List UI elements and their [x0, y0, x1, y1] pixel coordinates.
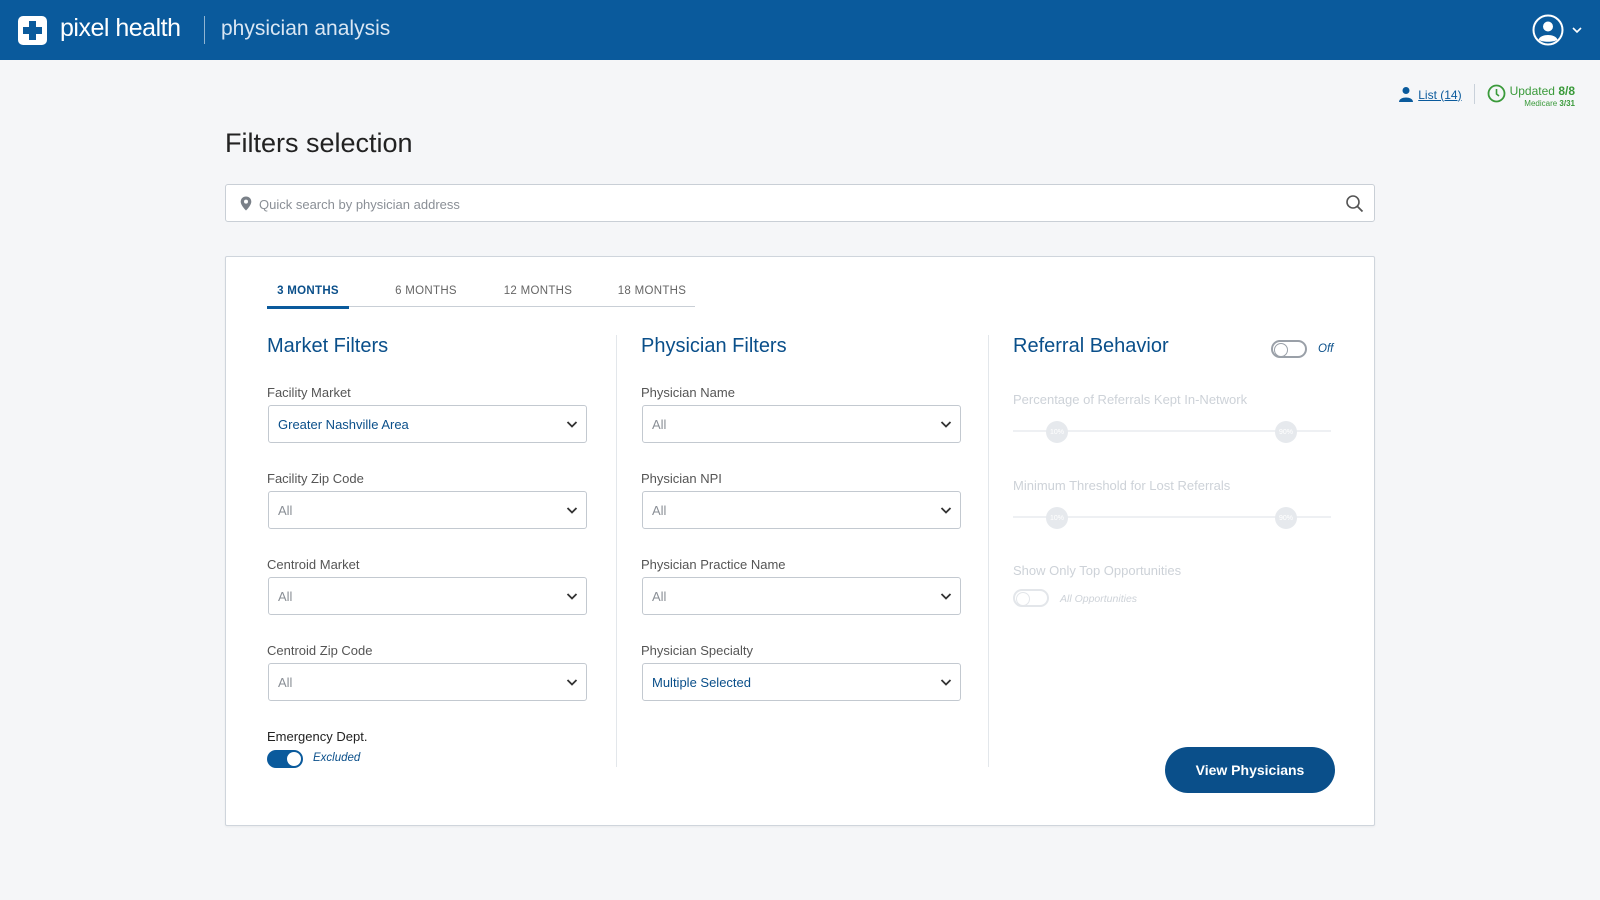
- lost-referrals-label: Minimum Threshold for Lost Referrals: [1013, 478, 1231, 493]
- physician-npi-select[interactable]: All: [642, 491, 961, 529]
- emergency-dept-toggle[interactable]: [267, 750, 303, 768]
- physician-list-icon: [1399, 87, 1414, 102]
- search-input[interactable]: [259, 193, 1309, 215]
- tab-12-months[interactable]: 12 MONTHS: [493, 285, 583, 305]
- referral-behavior-state: Off: [1318, 343, 1334, 355]
- centroid-market-value: All: [278, 589, 293, 604]
- facility-market-value: Greater Nashville Area: [278, 417, 409, 432]
- referral-behavior-title: Referral Behavior: [1013, 335, 1169, 357]
- physician-specialty-value: Multiple Selected: [652, 675, 751, 690]
- updated-text: Updated 8/8: [1510, 84, 1575, 98]
- toggle-knob: [287, 752, 301, 766]
- updated-prefix: Updated: [1509, 84, 1555, 98]
- physician-specialty-label: Physician Specialty: [641, 643, 753, 658]
- slider-min-handle[interactable]: 10%: [1046, 507, 1068, 529]
- centroid-zip-value: All: [278, 675, 293, 690]
- facility-market-select[interactable]: Greater Nashville Area: [268, 405, 587, 443]
- period-tabs: 3 MONTHS 6 MONTHS 12 MONTHS 18 MONTHS: [267, 285, 697, 309]
- centroid-market-select[interactable]: All: [268, 577, 587, 615]
- emergency-dept-label: Emergency Dept.: [267, 729, 368, 744]
- centroid-market-label: Centroid Market: [267, 557, 360, 572]
- medicare-text: Medicare 3/31: [1510, 99, 1575, 108]
- facility-zip-value: All: [278, 503, 293, 518]
- location-pin-icon: [240, 196, 252, 211]
- app-name: physician analysis: [221, 17, 391, 40]
- column-divider: [988, 335, 989, 767]
- chevron-down-icon: [566, 593, 578, 600]
- chevron-down-icon: [940, 593, 952, 600]
- referral-behavior-heading: Referral Behavior: [1013, 335, 1169, 358]
- centroid-zip-label: Centroid Zip Code: [267, 643, 373, 658]
- tab-6-months[interactable]: 6 MONTHS: [385, 285, 467, 305]
- physician-practice-select[interactable]: All: [642, 577, 961, 615]
- physician-npi-value: All: [652, 503, 667, 518]
- referrals-kept-slider[interactable]: 10% 90%: [1013, 421, 1331, 443]
- chevron-down-icon: [566, 679, 578, 686]
- chevron-down-icon: [566, 507, 578, 514]
- tab-3-months[interactable]: 3 MONTHS: [267, 285, 349, 309]
- updated-value: 8/8: [1558, 84, 1575, 98]
- physician-practice-label: Physician Practice Name: [641, 557, 786, 572]
- medicare-value: 3/31: [1559, 99, 1575, 108]
- filters-card: 3 MONTHS 6 MONTHS 12 MONTHS 18 MONTHS Ma…: [225, 256, 1375, 826]
- referral-behavior-toggle[interactable]: [1271, 340, 1307, 358]
- top-opportunities-state: All Opportunities: [1060, 593, 1138, 605]
- search-bar[interactable]: [225, 184, 1375, 222]
- physician-filters-heading: Physician Filters: [641, 335, 787, 358]
- search-icon[interactable]: [1345, 194, 1364, 213]
- medicare-prefix: Medicare: [1524, 99, 1558, 108]
- column-divider: [616, 335, 617, 767]
- top-bar: pixel health physician analysis: [0, 0, 1600, 60]
- physician-name-select[interactable]: All: [642, 405, 961, 443]
- user-avatar-icon[interactable]: [1532, 14, 1564, 46]
- tab-18-months[interactable]: 18 MONTHS: [607, 285, 697, 305]
- physician-filters-title: Physician Filters: [641, 335, 787, 357]
- facility-zip-select[interactable]: All: [268, 491, 587, 529]
- chevron-down-icon: [940, 507, 952, 514]
- brand-name: pixel health: [60, 14, 181, 42]
- status-row: List (14) Updated 8/8 Medicare 3/31: [1398, 84, 1575, 108]
- physician-specialty-select[interactable]: Multiple Selected: [642, 663, 961, 701]
- status-divider: [1473, 84, 1475, 104]
- lost-referrals-slider[interactable]: 10% 90%: [1013, 507, 1331, 529]
- physician-name-value: All: [652, 417, 667, 432]
- slider-min-handle[interactable]: 10%: [1046, 421, 1068, 443]
- clock-icon: [1487, 84, 1505, 103]
- market-filters-title: Market Filters: [267, 335, 389, 357]
- physician-practice-value: All: [652, 589, 667, 604]
- top-opportunities-label: Show Only Top Opportunities: [1013, 563, 1182, 578]
- chevron-down-icon: [940, 421, 952, 428]
- page-title: Filters selection: [225, 128, 413, 158]
- updated-status: Updated 8/8 Medicare 3/31: [1487, 84, 1575, 108]
- slider-max-handle[interactable]: 90%: [1275, 507, 1297, 529]
- slider-max-handle[interactable]: 90%: [1275, 421, 1297, 443]
- chevron-down-icon[interactable]: [1570, 24, 1584, 36]
- plus-logo-icon: [18, 16, 47, 45]
- referrals-kept-label: Percentage of Referrals Kept In-Network: [1013, 392, 1248, 407]
- header-divider: [204, 16, 205, 44]
- toggle-knob: [1016, 592, 1030, 606]
- emergency-dept-state: Excluded: [313, 752, 361, 764]
- physician-npi-label: Physician NPI: [641, 471, 722, 486]
- list-link[interactable]: List (14): [1398, 86, 1462, 103]
- chevron-down-icon: [940, 679, 952, 686]
- centroid-zip-select[interactable]: All: [268, 663, 587, 701]
- view-physicians-button[interactable]: View Physicians: [1165, 747, 1335, 793]
- facility-market-label: Facility Market: [267, 385, 351, 400]
- list-label[interactable]: List (14): [1418, 88, 1461, 102]
- toggle-knob: [1274, 343, 1288, 357]
- top-opportunities-toggle[interactable]: [1013, 589, 1049, 607]
- physician-name-label: Physician Name: [641, 385, 735, 400]
- market-filters-heading: Market Filters: [267, 335, 388, 358]
- facility-zip-label: Facility Zip Code: [267, 471, 364, 486]
- chevron-down-icon: [566, 421, 578, 428]
